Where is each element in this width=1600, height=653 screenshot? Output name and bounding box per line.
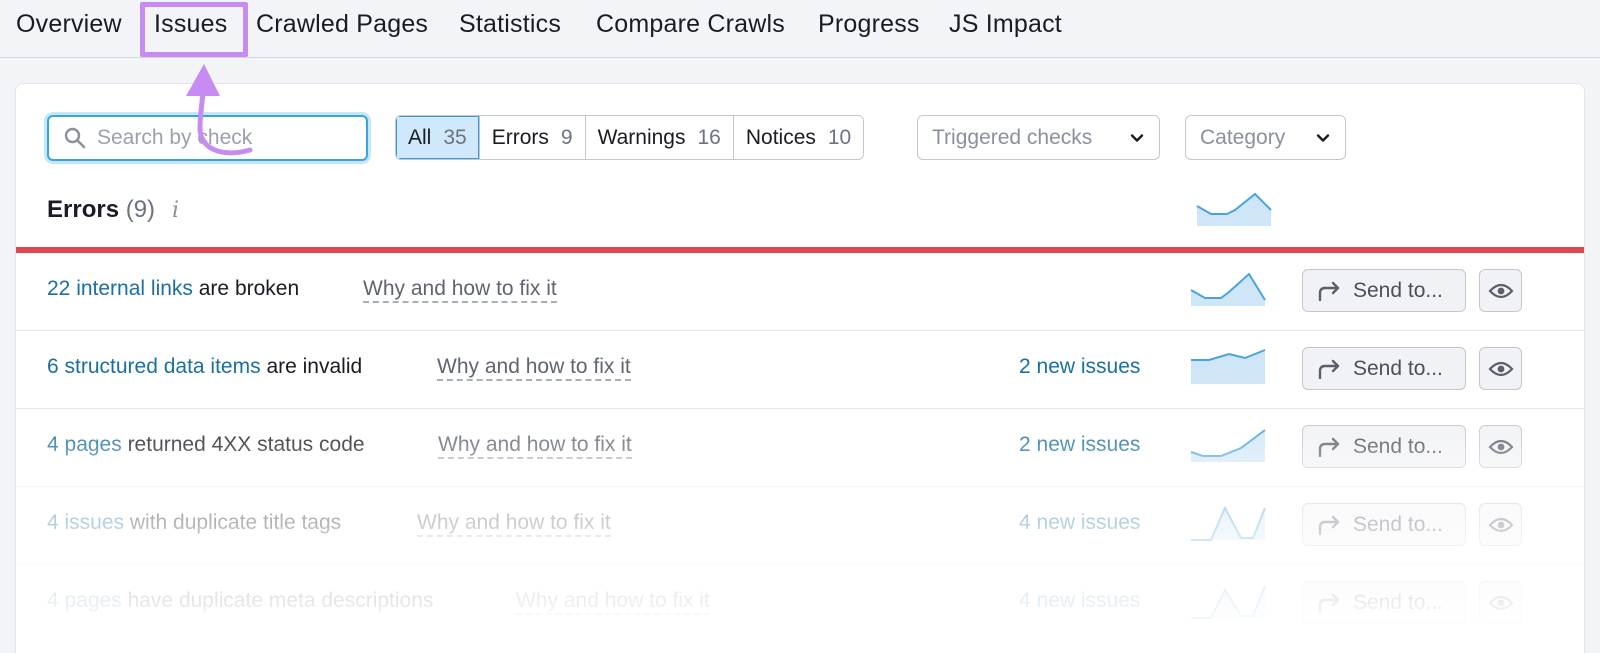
filter-label: Notices	[745, 125, 816, 149]
send-to-label: Send to...	[1353, 434, 1443, 458]
issue-description: 4 issues with duplicate title tags	[47, 511, 341, 535]
why-how-fix-link[interactable]: Why and how to fix it	[516, 589, 710, 615]
why-how-fix-link[interactable]: Why and how to fix it	[438, 433, 632, 459]
filter-warnings[interactable]: Warnings 16	[585, 116, 734, 159]
trend-sparkline	[1191, 505, 1266, 541]
issue-text: are invalid	[260, 355, 363, 378]
issue-description: 4 pages have duplicate meta descriptions	[47, 589, 433, 613]
issue-row: 4 issues with duplicate title tags Why a…	[16, 487, 1584, 565]
section-title: Errors (9)	[47, 196, 155, 224]
send-to-button[interactable]: Send to...	[1302, 425, 1466, 468]
share-arrow-icon	[1318, 515, 1340, 535]
why-how-fix-link[interactable]: Why and how to fix it	[417, 511, 611, 537]
filter-count: 9	[560, 125, 573, 149]
trend-sparkline	[1190, 429, 1266, 462]
issue-text: have duplicate meta descriptions	[121, 589, 434, 612]
send-to-label: Send to...	[1353, 278, 1443, 302]
send-to-button[interactable]: Send to...	[1302, 503, 1466, 546]
tab-compare-crawls[interactable]: Compare Crawls	[596, 10, 785, 39]
filter-count: 10	[827, 125, 852, 149]
new-issues-link[interactable]: 2 new issues	[1019, 433, 1140, 457]
section-count: (9)	[125, 196, 156, 223]
issue-link[interactable]: 6 structured data items	[47, 355, 261, 378]
issue-description: 22 internal links are broken	[47, 277, 299, 301]
hide-issue-button[interactable]	[1479, 503, 1522, 546]
issue-link[interactable]: 4 pages	[47, 589, 122, 612]
share-arrow-icon	[1318, 281, 1340, 301]
send-to-button[interactable]: Send to...	[1302, 347, 1466, 390]
send-to-label: Send to...	[1353, 356, 1443, 380]
tab-issues[interactable]: Issues	[154, 10, 227, 39]
issue-description: 6 structured data items are invalid	[47, 355, 362, 379]
issue-row: 4 pages returned 4XX status code Why and…	[16, 409, 1584, 487]
top-navigation: Overview Issues Crawled Pages Statistics…	[0, 0, 1600, 58]
issue-description: 4 pages returned 4XX status code	[47, 433, 365, 457]
why-how-fix-link[interactable]: Why and how to fix it	[363, 277, 557, 303]
eye-icon	[1488, 595, 1513, 610]
issue-row: 6 structured data items are invalid Why …	[16, 331, 1584, 409]
filter-errors[interactable]: Errors 9	[479, 116, 586, 159]
triggered-checks-dropdown[interactable]: Triggered checks	[917, 115, 1160, 160]
filter-label: All	[408, 125, 432, 149]
search-box[interactable]	[47, 115, 368, 161]
send-to-label: Send to...	[1353, 590, 1443, 614]
tab-js-impact[interactable]: JS Impact	[949, 10, 1062, 39]
hide-issue-button[interactable]	[1479, 425, 1522, 468]
section-title-text: Errors	[47, 196, 120, 223]
issue-text: returned 4XX status code	[121, 433, 365, 456]
filter-notices[interactable]: Notices 10	[733, 116, 864, 159]
filter-label: Warnings	[597, 125, 686, 149]
chevron-down-icon	[1316, 133, 1330, 142]
filter-count: 35	[443, 125, 467, 149]
trend-sparkline	[1191, 585, 1266, 619]
tab-overview[interactable]: Overview	[16, 10, 122, 39]
tab-statistics[interactable]: Statistics	[459, 10, 561, 39]
dropdown-label: Triggered checks	[932, 125, 1093, 149]
tab-progress[interactable]: Progress	[818, 10, 920, 39]
issue-row: 22 internal links are broken Why and how…	[16, 253, 1584, 331]
hide-issue-button[interactable]	[1479, 269, 1522, 312]
eye-icon	[1488, 283, 1513, 298]
issues-panel: All 35 Errors 9 Warnings 16 Notices 10 T…	[15, 83, 1585, 653]
eye-icon	[1488, 517, 1513, 532]
search-input[interactable]	[97, 123, 357, 153]
send-to-label: Send to...	[1353, 512, 1443, 536]
chevron-down-icon	[1130, 133, 1144, 142]
new-issues-link[interactable]: 4 new issues	[1019, 511, 1140, 535]
share-arrow-icon	[1318, 593, 1340, 613]
tab-crawled-pages[interactable]: Crawled Pages	[256, 10, 428, 39]
filter-all[interactable]: All 35	[396, 116, 480, 159]
eye-icon	[1488, 361, 1513, 376]
hide-issue-button[interactable]	[1479, 347, 1522, 390]
issue-link[interactable]: 22 internal links	[47, 277, 193, 300]
share-arrow-icon	[1318, 437, 1340, 457]
send-to-button[interactable]: Send to...	[1302, 269, 1466, 312]
trend-sparkline	[1191, 349, 1266, 384]
trend-sparkline	[1190, 272, 1266, 306]
search-icon	[64, 127, 86, 149]
eye-icon	[1488, 439, 1513, 454]
why-how-fix-link[interactable]: Why and how to fix it	[437, 355, 631, 381]
severity-filter: All 35 Errors 9 Warnings 16 Notices 10	[395, 115, 865, 160]
info-icon[interactable]: i	[172, 198, 179, 223]
issue-row: 4 pages have duplicate meta descriptions…	[16, 565, 1584, 643]
filter-label: Errors	[491, 125, 549, 149]
new-issues-link[interactable]: 2 new issues	[1019, 355, 1140, 379]
dropdown-label: Category	[1200, 125, 1286, 149]
issue-link[interactable]: 4 pages	[47, 433, 122, 456]
issue-text: are broken	[192, 277, 300, 300]
hide-issue-button[interactable]	[1479, 581, 1522, 624]
issue-text: with duplicate title tags	[124, 511, 342, 534]
filter-count: 16	[697, 125, 721, 149]
send-to-button[interactable]: Send to...	[1302, 581, 1466, 624]
share-arrow-icon	[1318, 359, 1340, 379]
issue-link[interactable]: 4 issues	[47, 511, 124, 534]
new-issues-link[interactable]: 4 new issues	[1019, 589, 1140, 613]
category-dropdown[interactable]: Category	[1185, 115, 1346, 160]
trend-sparkline	[1196, 192, 1272, 226]
